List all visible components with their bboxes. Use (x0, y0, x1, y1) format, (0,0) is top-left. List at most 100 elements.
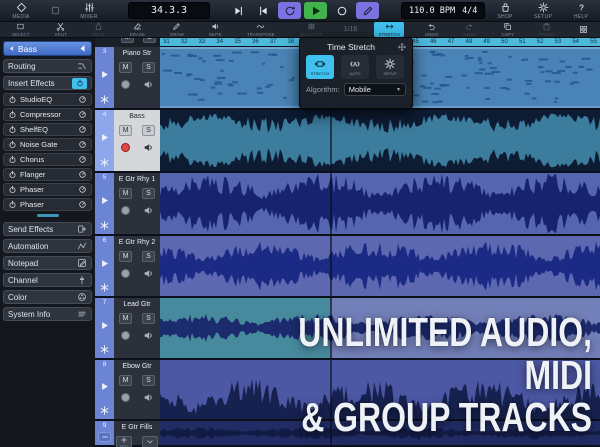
popup-title-bar[interactable]: Time Stretch (305, 40, 407, 53)
solo-button[interactable]: S (142, 251, 155, 262)
monitor-icon[interactable] (143, 330, 154, 341)
popup-button-stretch[interactable]: STRETCH (306, 55, 334, 79)
mute-button[interactable]: M (119, 188, 132, 199)
solo-button[interactable]: S (142, 125, 155, 136)
mute-button[interactable]: M (119, 375, 132, 386)
effect-slot[interactable]: Noise Gate (3, 138, 92, 151)
tool-draw[interactable]: DRAW (166, 21, 188, 38)
toolbar-button-shop[interactable]: SHOP (492, 2, 518, 20)
effect-slot[interactable]: Chorus (3, 153, 92, 166)
effect-slot[interactable]: StudioEQ (3, 93, 92, 106)
mute-button[interactable]: M (119, 62, 132, 73)
track-header[interactable]: 6E Gtr Rhy 2MS (95, 236, 160, 298)
mute-button[interactable]: M (119, 251, 132, 262)
jam-button[interactable] (356, 2, 379, 19)
play-button[interactable] (304, 2, 327, 19)
quantize-value[interactable]: 1/16 (344, 26, 358, 33)
record-arm-button[interactable] (121, 393, 130, 402)
freeze-icon[interactable] (99, 282, 110, 293)
move-handle-icon[interactable] (397, 42, 407, 52)
record-arm-button[interactable] (121, 143, 130, 152)
rewind-button[interactable] (226, 2, 249, 19)
track-header[interactable]: 4BassMS (95, 110, 160, 173)
monitor-icon[interactable] (143, 205, 154, 216)
add-track-button[interactable]: ADD (116, 436, 132, 447)
collapse-button[interactable] (142, 436, 158, 447)
toolbar-button-media[interactable]: MEDIA (8, 2, 34, 20)
tool-mute[interactable]: MUTE (205, 21, 226, 38)
tool-paste[interactable]: PASTE (535, 21, 557, 38)
toolbar-button-setup[interactable]: SETUP (530, 2, 556, 20)
freeze-icon[interactable] (99, 220, 110, 231)
tool-split[interactable]: SPLIT (51, 21, 72, 38)
toolbar-button-square[interactable] (42, 2, 68, 20)
selected-track-header[interactable]: Bass (3, 41, 92, 56)
inspector-item-insert-effects[interactable]: Insert Effects (3, 76, 92, 90)
tool-erase[interactable]: ERASE (126, 21, 149, 38)
toolbar-button-help[interactable]: ?HELP (568, 2, 594, 20)
solo-button[interactable]: S (142, 188, 155, 199)
inspector-item-automation[interactable]: Automation (3, 239, 92, 253)
record-arm-button[interactable] (121, 269, 130, 278)
tool-quantize[interactable]: QUANTIZE (296, 21, 327, 38)
monitor-icon[interactable] (143, 142, 154, 153)
tool-redo[interactable]: REDO (459, 21, 480, 38)
solo-button[interactable]: S (143, 38, 156, 43)
inspector-item-color[interactable]: Color (3, 290, 92, 304)
mute-button[interactable]: M (119, 125, 132, 136)
freeze-icon[interactable] (99, 405, 110, 416)
cycle-button[interactable] (278, 2, 301, 19)
freeze-icon[interactable] (99, 157, 110, 168)
monitor-icon[interactable] (143, 268, 154, 279)
effect-slot[interactable]: ShelfEQ (3, 123, 92, 136)
forward-button[interactable] (252, 2, 275, 19)
audio-region[interactable] (160, 173, 600, 236)
scroll-handle[interactable] (37, 214, 59, 217)
tool-copy[interactable]: COPY (497, 21, 518, 38)
freeze-icon[interactable] (99, 94, 110, 105)
record-button[interactable] (330, 2, 353, 19)
audio-region[interactable] (160, 236, 600, 298)
monitor-icon[interactable] (143, 79, 154, 90)
track-header[interactable]: 5E Gtr Rhy 1MS (95, 173, 160, 236)
toolbar-button-mixer[interactable]: MIXER (76, 2, 102, 20)
tool-stretch[interactable]: STRETCH (374, 21, 403, 38)
tool-glue[interactable]: GLUE (88, 21, 108, 38)
tool-select[interactable]: SELECT (8, 21, 34, 38)
inspector-item-send-effects[interactable]: Send Effects (3, 222, 92, 236)
track-header[interactable]: 8Ebow GtrMS (95, 360, 160, 421)
track-header[interactable]: 7Lead GtrMS (95, 298, 160, 360)
inspector-item-routing[interactable]: Routing (3, 59, 92, 73)
effect-slot[interactable]: Phaser (3, 198, 92, 211)
insert-effects-power-button[interactable] (72, 78, 87, 89)
record-arm-button[interactable] (121, 331, 130, 340)
shrink-track-button[interactable] (98, 432, 111, 442)
tool-tracksgrid[interactable] (575, 24, 592, 36)
tool-undo[interactable]: UNDO (421, 21, 442, 38)
solo-button[interactable]: S (142, 62, 155, 73)
inspector-item-system-info[interactable]: System Info (3, 307, 92, 321)
track-header[interactable]: 3Piano StrMS (95, 47, 160, 110)
freeze-icon[interactable] (99, 344, 110, 355)
algorithm-dropdown[interactable]: Mobile ▼ (344, 83, 406, 96)
tool-transpose[interactable]: TRANSPOSE (243, 21, 279, 38)
effect-slot[interactable]: Compressor (3, 108, 92, 121)
mute-button[interactable]: M (119, 313, 132, 324)
popup-button-auto[interactable]: AAUTO (341, 55, 369, 79)
record-arm-button[interactable] (121, 206, 130, 215)
effect-slot[interactable]: Phaser (3, 183, 92, 196)
effect-slot[interactable]: Flanger (3, 168, 92, 181)
track-header[interactable]: 9E Gtr FillsADD (95, 421, 160, 447)
solo-button[interactable]: S (142, 313, 155, 324)
audio-region[interactable] (160, 110, 600, 173)
record-arm-button[interactable] (121, 80, 130, 89)
collapse-inspector-icon[interactable] (78, 44, 87, 53)
monitor-icon[interactable] (143, 392, 154, 403)
inspector-item-channel[interactable]: Channel (3, 273, 92, 287)
mute-button[interactable]: M (121, 38, 134, 43)
song-position-display[interactable]: 34.3.3 (128, 2, 210, 19)
popup-button-setup[interactable]: SETUP (376, 55, 404, 79)
tempo-display[interactable]: 110.0 BPM 4/4 (401, 2, 485, 19)
inspector-item-notepad[interactable]: Notepad (3, 256, 92, 270)
solo-button[interactable]: S (142, 375, 155, 386)
